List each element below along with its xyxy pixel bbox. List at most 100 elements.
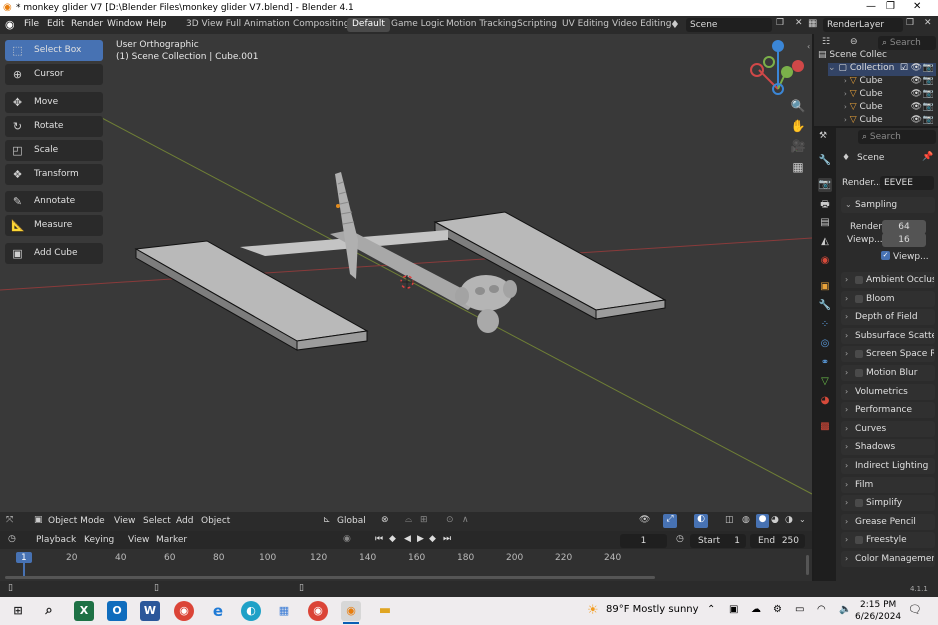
clock-time[interactable]: 2:15 PM [860, 600, 896, 610]
panel-volumetrics[interactable]: › Volumetrics [841, 383, 935, 400]
ortho-grid-icon[interactable]: ▦ [790, 159, 806, 175]
blender-taskbar-icon[interactable]: ◉ [341, 601, 361, 621]
menu-view[interactable]: View [114, 516, 135, 526]
texture-tab-icon[interactable]: ▩ [818, 420, 832, 434]
tool-measure[interactable]: 📐 Measure [5, 215, 103, 236]
next-keyframe-icon[interactable]: ◆ [429, 534, 436, 544]
remove-scene-icon[interactable]: ✕ [795, 18, 803, 28]
panel-screen-space-reflections[interactable]: › Screen Space Reflections [841, 346, 935, 363]
file-explorer-icon[interactable]: ▬ [375, 601, 395, 621]
remove-view-layer-icon[interactable]: ✕ [924, 18, 932, 28]
maximize-icon[interactable]: ❐ [886, 1, 895, 12]
solid-shading-icon[interactable]: ● [756, 514, 769, 528]
outliner-cube-row[interactable]: › ▽ Cube 👁 📷 [844, 89, 936, 102]
panel-performance[interactable]: › Performance [841, 402, 935, 419]
view-layer-tab-icon[interactable]: ▤ [818, 216, 832, 230]
tool-annotate[interactable]: ✎ Annotate [5, 191, 103, 212]
tool-scale[interactable]: ◰ Scale [5, 140, 103, 161]
tab-animation[interactable]: Animation [239, 18, 295, 32]
end-frame-field[interactable]: End 250 [750, 534, 805, 548]
tab-video-editing[interactable]: Video Editing [607, 18, 676, 32]
menu-select[interactable]: Select [143, 516, 171, 526]
viewport-samples-field[interactable]: 16 [882, 233, 926, 247]
wireframe-shading-icon[interactable]: ◍ [742, 515, 750, 525]
camera-icon[interactable]: 📷 [923, 102, 934, 112]
menu-object[interactable]: Object [201, 516, 230, 526]
physics-tab-icon[interactable]: ◎ [818, 337, 832, 351]
edge-icon[interactable]: ◐ [241, 601, 261, 621]
camera-icon[interactable]: 📷 [923, 63, 934, 73]
viewport-denoise-checkbox[interactable]: ✓ [881, 251, 890, 260]
outliner-scene-collection[interactable]: ▤ Scene Collec [818, 50, 926, 63]
timeline-vertical-scrollbar[interactable] [806, 555, 809, 575]
visibility-icon[interactable]: 👁 [639, 515, 650, 525]
menu-playback[interactable]: Playback [36, 535, 76, 545]
tool-add-cube[interactable]: ▣ Add Cube [5, 243, 103, 264]
object-tab-icon[interactable]: ▣ [818, 280, 832, 294]
volume-icon[interactable]: 🔈 [839, 604, 851, 615]
eye-icon[interactable]: 👁 [911, 102, 922, 112]
tool-settings-tab-icon[interactable]: 🔧 [818, 154, 832, 168]
properties-editor-icon[interactable]: ⚒ [819, 131, 827, 141]
camera-icon[interactable]: 📷 [923, 89, 934, 99]
chrome-icon[interactable]: ◉ [174, 601, 194, 621]
data-tab-icon[interactable]: ▽ [818, 375, 832, 389]
tab-default[interactable]: Default [347, 18, 390, 32]
render-samples-field[interactable]: 64 [882, 220, 926, 234]
panel-film[interactable]: › Film [841, 476, 935, 493]
eye-icon[interactable]: 👁 [911, 115, 922, 125]
menu-add[interactable]: Add [176, 516, 193, 526]
outlook-icon[interactable]: O [107, 601, 127, 621]
panel-sampling[interactable]: ⌄ Sampling [841, 197, 935, 213]
tool-transform[interactable]: ❖ Transform [5, 164, 103, 185]
timeline-editor-icon[interactable]: ◷ [8, 534, 16, 544]
play-icon[interactable]: ▶ [417, 534, 424, 544]
falloff-icon[interactable]: ∧ [462, 515, 469, 525]
panel-freestyle[interactable]: › Freestyle [841, 532, 935, 549]
microsoft-store-icon[interactable]: ▦ [274, 601, 294, 621]
menu-keying[interactable]: Keying [84, 535, 114, 545]
battery-icon[interactable]: ▭ [795, 604, 804, 615]
menu-marker[interactable]: Marker [156, 535, 187, 545]
windows-start-icon[interactable]: ⊞ [8, 601, 28, 621]
eye-icon[interactable]: 👁 [911, 76, 922, 86]
outliner-editor-icon[interactable]: ☷ [822, 37, 830, 47]
outliner-cube-row[interactable]: › ▽ Cube 👁 📷 [844, 76, 936, 89]
clock-date[interactable]: 6/26/2024 [855, 612, 901, 622]
outliner-search-input[interactable]: ⌕ Search [878, 36, 936, 50]
editor-type-icon[interactable]: ⤧ [6, 515, 13, 525]
start-frame-field[interactable]: Start 1 [690, 534, 746, 548]
menu-render[interactable]: Render [71, 19, 103, 29]
exclude-checkbox-icon[interactable]: ☑ [900, 63, 908, 73]
close-icon[interactable]: ✕ [913, 1, 921, 12]
eye-icon[interactable]: 👁 [911, 63, 922, 73]
tray-app-icon[interactable]: ⚙ [773, 604, 782, 615]
gizmo-toggle-icon[interactable]: ⤢ [663, 514, 677, 528]
proportional-edit-icon[interactable]: ⊙ [446, 515, 454, 525]
particles-tab-icon[interactable]: ⁘ [818, 318, 832, 332]
menu-file[interactable]: File [24, 19, 39, 29]
pivot-point-icon[interactable]: ⊗ [381, 515, 389, 525]
timeline-scrollbar[interactable] [5, 576, 655, 579]
weather-label[interactable]: 89°F Mostly sunny [606, 604, 699, 615]
jump-end-icon[interactable]: ⏭ [443, 534, 451, 544]
pan-hand-icon[interactable]: ✋ [790, 118, 806, 134]
panel-enable-checkbox[interactable] [855, 350, 863, 359]
overlay-toggle-icon[interactable]: ◐ [694, 514, 708, 528]
menu-help[interactable]: Help [146, 19, 167, 29]
wifi-icon[interactable]: ◠ [817, 604, 826, 615]
minimize-icon[interactable]: — [866, 1, 876, 12]
new-scene-icon[interactable]: ❐ [776, 18, 784, 28]
tab-motion-tracking[interactable]: Motion Tracking [441, 18, 522, 32]
chrome-profile-icon[interactable]: ◉ [308, 601, 328, 621]
auto-keying-icon[interactable]: ◉ [343, 534, 351, 544]
world-tab-icon[interactable]: ◉ [818, 254, 832, 268]
render-tab-icon[interactable]: 📷 [818, 178, 832, 192]
outliner-cube-row[interactable]: › ▽ Cube 👁 📷 [844, 102, 936, 115]
output-tab-icon[interactable]: 🖶 [818, 198, 832, 212]
tab-uv-editing[interactable]: UV Editing [557, 18, 614, 32]
rendered-shading-icon[interactable]: ◑ [785, 515, 793, 525]
material-shading-icon[interactable]: ◕ [771, 515, 779, 525]
tab-scripting[interactable]: Scripting [512, 18, 562, 32]
tool-cursor[interactable]: ⊕ Cursor [5, 64, 103, 85]
